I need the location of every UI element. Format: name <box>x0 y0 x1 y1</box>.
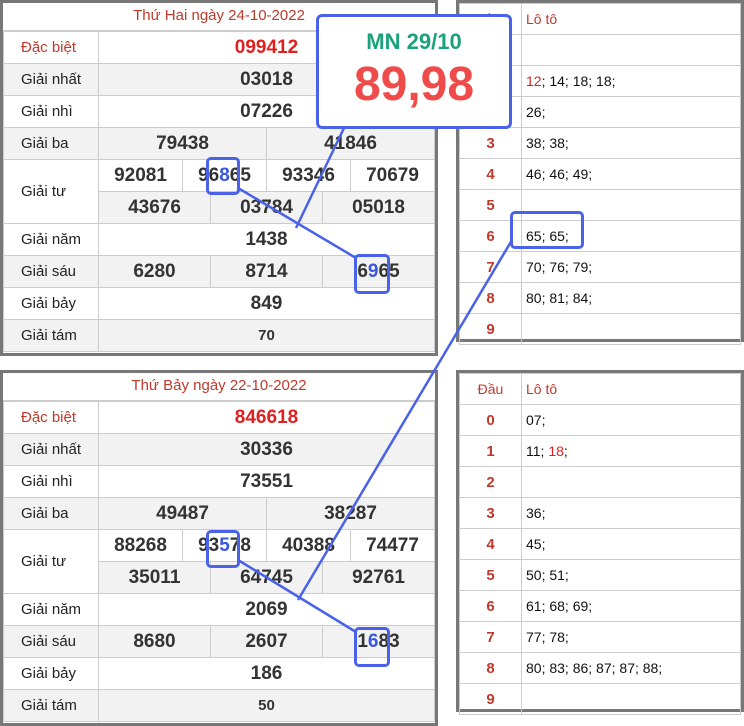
connector-line <box>296 239 514 601</box>
connector-line <box>237 186 357 260</box>
callout-title: MN 29/10 <box>366 29 462 54</box>
highlight-box <box>510 211 584 249</box>
highlight-box <box>206 157 240 195</box>
highlight-box <box>206 530 240 568</box>
connector-line <box>294 127 346 229</box>
highlight-box <box>354 254 390 294</box>
connector-line <box>237 558 357 634</box>
callout-prediction: 89,98 <box>353 58 475 111</box>
highlight-box <box>354 627 390 667</box>
prediction-callout: MN 29/10 89,98 <box>316 14 512 129</box>
